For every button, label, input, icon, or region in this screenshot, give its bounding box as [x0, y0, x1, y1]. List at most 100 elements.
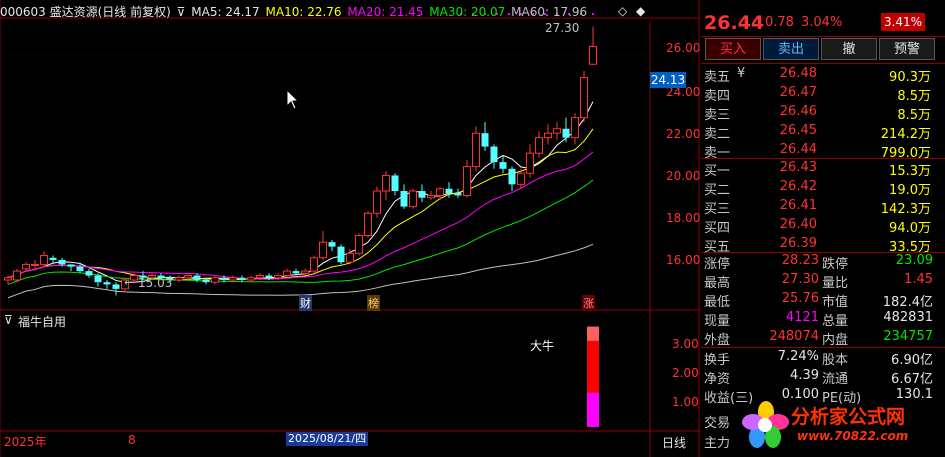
period-selector[interactable]: 日线 [662, 434, 686, 451]
candle-body[interactable] [94, 275, 102, 283]
candle-body[interactable] [202, 279, 210, 283]
candle-body[interactable] [220, 277, 228, 280]
level-label: 买四 [704, 221, 731, 236]
candle-body[interactable] [247, 277, 255, 281]
event-marker-limit[interactable]: 涨 [582, 295, 595, 311]
candle-body[interactable] [391, 175, 399, 192]
candle-body[interactable] [337, 246, 345, 263]
candle-body[interactable] [112, 284, 120, 289]
event-marker-list[interactable]: 榜 [367, 295, 380, 311]
candle-body[interactable] [31, 263, 39, 266]
candle-body[interactable] [553, 128, 561, 134]
candle-body[interactable] [499, 162, 507, 169]
order-book-row[interactable]: 买一 26.43 15.3万 [701, 160, 937, 179]
candle-body[interactable] [85, 271, 93, 276]
candle-body[interactable] [535, 137, 543, 154]
candle-body[interactable] [40, 255, 48, 265]
level-price: 26.48 [779, 66, 817, 81]
candle-body[interactable] [364, 212, 372, 237]
stat-value: 27.30 [781, 272, 819, 287]
candle-body[interactable] [490, 146, 498, 163]
stat-row: 涨停 28.23 跌停 23.09 [701, 253, 937, 273]
candle-body[interactable] [292, 271, 300, 274]
candle-body[interactable] [454, 193, 462, 196]
price-change-pct: 3.04% [801, 15, 843, 30]
stat-label: 流通 [822, 372, 849, 387]
candle-body[interactable] [544, 132, 552, 139]
price-alert-button[interactable]: 预警 [879, 38, 935, 60]
candle-body[interactable] [283, 270, 291, 277]
candle-body[interactable] [346, 252, 354, 263]
level-label: 买三 [704, 202, 731, 217]
level-price: 26.39 [779, 236, 817, 251]
candle-body[interactable] [22, 263, 30, 270]
level-price: 26.41 [779, 198, 817, 213]
candle-body[interactable] [562, 128, 570, 138]
candle-body[interactable] [301, 270, 309, 274]
candle-body[interactable] [328, 242, 336, 247]
candle-body[interactable] [4, 277, 12, 281]
candle-body[interactable] [76, 266, 84, 272]
order-book-row[interactable]: 卖五 ¥26.48 90.3万 [701, 66, 937, 85]
divider [701, 63, 945, 64]
candle-body[interactable] [265, 275, 273, 278]
candle-body[interactable] [319, 241, 327, 259]
candle-body[interactable] [373, 190, 381, 214]
candle-body[interactable] [310, 257, 318, 272]
event-marker-finance[interactable]: 财 [299, 295, 312, 311]
candle-body[interactable] [175, 277, 183, 281]
candle-body[interactable] [67, 264, 75, 267]
order-book-row[interactable]: 卖四 26.47 8.5万 [701, 85, 937, 104]
order-book-row[interactable]: 卖二 26.45 214.2万 [701, 123, 937, 142]
candle-body[interactable] [445, 188, 453, 194]
candle-body[interactable] [589, 45, 597, 65]
order-book-row[interactable]: 买四 26.40 94.0万 [701, 217, 937, 236]
candle-body[interactable] [436, 188, 444, 196]
diamond-filled-icon[interactable]: ◆ [636, 4, 645, 18]
stat-value: 1.45 [904, 272, 933, 287]
candle-body[interactable] [58, 259, 66, 265]
trade-label[interactable]: 交易 [704, 412, 730, 431]
chevron-down-icon[interactable]: ⊽ [177, 5, 186, 19]
candle-body[interactable] [355, 235, 363, 254]
indicator-tick: 2.00 [672, 366, 699, 380]
candle-body[interactable] [517, 172, 525, 185]
candle-body[interactable] [400, 191, 408, 207]
order-book-row[interactable]: 卖三 26.46 8.5万 [701, 104, 937, 123]
candle-body[interactable] [580, 77, 588, 119]
candle-body[interactable] [382, 174, 390, 192]
candle-body[interactable] [229, 277, 237, 281]
candle-body[interactable] [193, 275, 201, 280]
ma30-line [7, 179, 594, 285]
cancel-order-button[interactable]: 撤 [821, 38, 877, 60]
order-book-row[interactable]: 买三 26.41 142.3万 [701, 198, 937, 217]
kline-chart-area[interactable]: 000603 盛达资源(日线 前复权) ⊽ MA5: 24.17 MA10: 2… [0, 0, 700, 457]
candle-body[interactable] [238, 277, 246, 280]
main-force-label[interactable]: 主力 [704, 432, 730, 451]
candle-body[interactable] [184, 275, 192, 279]
kline-chart[interactable] [0, 0, 700, 457]
candle-body[interactable] [418, 191, 426, 198]
candle-body[interactable] [49, 257, 57, 260]
candle-body[interactable] [256, 275, 264, 279]
sell-button[interactable]: 卖出 [763, 38, 819, 60]
candle-body[interactable] [571, 117, 579, 139]
stat-value: 248074 [769, 329, 819, 344]
ma5-line [7, 101, 594, 283]
order-book-row[interactable]: 买二 26.42 19.0万 [701, 179, 937, 198]
candle-body[interactable] [13, 270, 21, 281]
indicator-collapse-icon[interactable]: ⊽ [4, 313, 13, 327]
candle-body[interactable] [472, 132, 480, 168]
candle-body[interactable] [427, 194, 435, 199]
candle-body[interactable] [463, 166, 471, 196]
candle-body[interactable] [508, 168, 516, 185]
candle-body[interactable] [211, 277, 219, 283]
candlesticks[interactable] [4, 26, 597, 296]
candle-body[interactable] [526, 152, 534, 174]
candle-body[interactable] [481, 133, 489, 147]
candle-body[interactable] [103, 282, 111, 285]
diamond-icon[interactable]: ◇ [618, 4, 627, 18]
candle-body[interactable] [409, 190, 417, 208]
buy-button[interactable]: 买入 [705, 38, 761, 60]
candle-body[interactable] [274, 275, 282, 279]
